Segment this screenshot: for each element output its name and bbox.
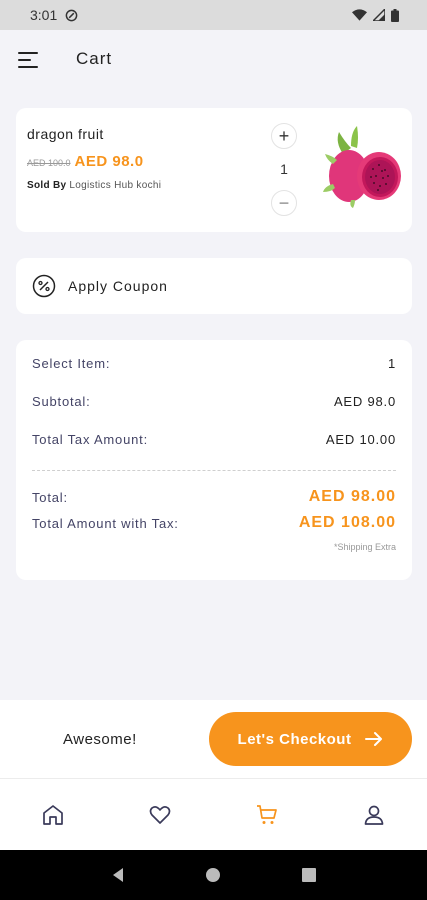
page-title: Cart: [76, 49, 113, 68]
arrow-right-icon: [365, 732, 383, 746]
select-item-row: Select Item: 1: [32, 356, 396, 371]
subtotal-row: Subtotal: AED 98.0: [32, 394, 396, 409]
apply-coupon-label: Apply Coupon: [68, 278, 168, 294]
price-row: AED 100.0 AED 98.0: [27, 153, 144, 170]
heart-icon: [149, 805, 171, 824]
divider: [32, 470, 396, 471]
recents-icon[interactable]: [301, 867, 317, 883]
checkout-button-label: Let's Checkout: [237, 730, 352, 748]
current-price: AED 98.0: [74, 153, 144, 170]
bottom-navigation: [0, 778, 427, 850]
product-image: [323, 126, 401, 208]
total-row: Total: AED 98.00: [32, 488, 396, 506]
tax-row: Total Tax Amount: AED 10.00: [32, 432, 396, 447]
select-item-label: Select Item:: [32, 356, 111, 371]
total-with-tax-row: Total Amount with Tax: AED 108.00: [32, 514, 396, 532]
seller-name: Logistics Hub kochi: [69, 180, 162, 191]
discount-icon: [32, 274, 56, 298]
sold-by-label: Sold By: [27, 180, 67, 191]
system-navigation-bar: [0, 850, 427, 900]
back-icon[interactable]: [110, 867, 126, 883]
checkout-bar: Awesome! Let's Checkout: [0, 700, 427, 778]
cart-icon: [256, 804, 277, 824]
status-time: 3:01: [30, 7, 58, 23]
menu-icon[interactable]: [18, 51, 40, 68]
home-button-icon[interactable]: [205, 867, 221, 883]
seller-info: Sold By Logistics Hub kochi: [27, 180, 161, 191]
cart-item-card: dragon fruit AED 100.0 AED 98.0 Sold By …: [16, 108, 412, 232]
nav-profile[interactable]: [354, 795, 394, 835]
status-bar: 3:01: [0, 0, 427, 30]
nav-wishlist[interactable]: [140, 795, 180, 835]
vpn-status-icon: [65, 9, 78, 21]
total-value: AED 98.00: [308, 488, 396, 505]
nav-cart[interactable]: [247, 795, 287, 835]
total-with-tax-label: Total Amount with Tax:: [32, 515, 179, 531]
battery-icon: [391, 8, 399, 22]
shipping-note: *Shipping Extra: [333, 542, 396, 552]
increase-quantity-button[interactable]: +: [271, 123, 297, 149]
total-label: Total:: [32, 489, 68, 505]
tax-value: AED 10.00: [325, 432, 396, 447]
product-name: dragon fruit: [27, 126, 104, 142]
profile-icon: [364, 805, 383, 825]
wifi-icon: [352, 9, 367, 21]
apply-coupon-button[interactable]: Apply Coupon: [16, 258, 412, 314]
signal-icon: [373, 9, 385, 21]
home-icon: [43, 804, 64, 825]
checkout-button[interactable]: Let's Checkout: [209, 712, 412, 766]
decrease-quantity-button[interactable]: −: [271, 190, 297, 216]
original-price: AED 100.0: [27, 158, 71, 168]
total-with-tax-value: AED 108.00: [298, 514, 396, 531]
subtotal-label: Subtotal:: [32, 394, 91, 409]
tax-label: Total Tax Amount:: [32, 432, 148, 447]
checkout-message: Awesome!: [63, 731, 137, 748]
quantity-value: 1: [280, 161, 288, 177]
subtotal-value: AED 98.0: [333, 394, 396, 409]
app-bar: Cart: [0, 30, 427, 88]
select-item-value: 1: [387, 356, 396, 371]
nav-home[interactable]: [33, 795, 73, 835]
order-summary-card: Select Item: 1 Subtotal: AED 98.0 Total …: [16, 340, 412, 580]
